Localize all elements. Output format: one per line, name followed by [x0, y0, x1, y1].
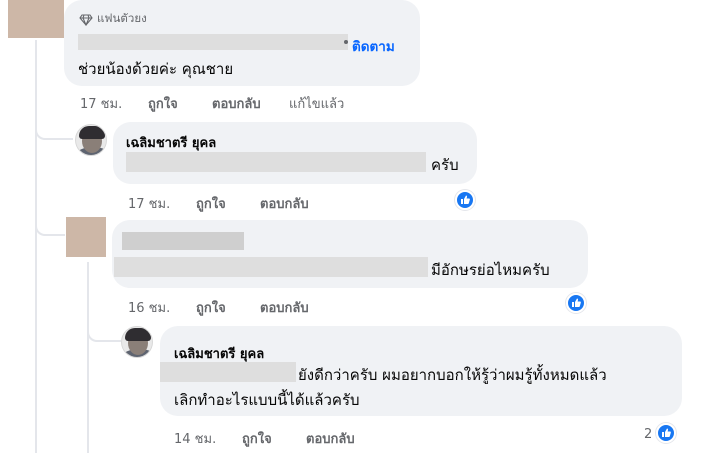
- dot-separator: [344, 40, 348, 44]
- comment-text: ช่วยน้องด้วยค่ะ คุณชาย: [78, 60, 234, 78]
- commenter-avatar[interactable]: [8, 0, 64, 38]
- thread-connector: [87, 320, 121, 342]
- censored-text: [160, 362, 296, 382]
- reply-time[interactable]: 17 ชม.: [128, 193, 170, 214]
- reply-button[interactable]: ตอบกลับ: [212, 93, 261, 114]
- reply-button[interactable]: ตอบกลับ: [260, 297, 309, 318]
- comment-text: มีอักษรย่อไหมครับ: [431, 261, 550, 279]
- censored-name: [122, 232, 244, 250]
- follow-button[interactable]: ติดตาม: [352, 35, 395, 57]
- reply-text: ครับ: [431, 156, 459, 174]
- reply-time[interactable]: 14 ชม.: [174, 428, 216, 449]
- reaction-count[interactable]: 2: [644, 427, 652, 442]
- reply-text-line1: ยังดีกว่าครับ ผมอยากบอกให้รู้ว่าผมรู้ทั้…: [298, 366, 607, 384]
- commenter-avatar[interactable]: [66, 217, 106, 257]
- thread-line: [35, 40, 37, 453]
- top-fan-badge: แฟนตัวยง: [97, 11, 147, 25]
- like-button[interactable]: ถูกใจ: [196, 297, 226, 318]
- censored-text: [114, 257, 428, 277]
- replier-name[interactable]: เฉลิมชาตรี ยุคล: [126, 132, 216, 153]
- diamond-icon: [79, 11, 93, 27]
- like-button[interactable]: ถูกใจ: [242, 428, 272, 449]
- edited-label: แก้ไขแล้ว: [289, 97, 345, 112]
- replier-avatar[interactable]: [121, 326, 153, 358]
- thumbs-up-icon[interactable]: [455, 190, 475, 210]
- reply-button[interactable]: ตอบกลับ: [306, 428, 355, 449]
- thread-connector: [35, 118, 73, 140]
- thread-line: [87, 262, 89, 453]
- like-button[interactable]: ถูกใจ: [148, 93, 178, 114]
- thumbs-up-icon[interactable]: [566, 293, 586, 313]
- censored-text: [126, 152, 426, 172]
- comment-time[interactable]: 16 ชม.: [128, 297, 170, 318]
- reply-text-line2: เลิกทำอะไรแบบนี้ได้แล้วครับ: [174, 391, 360, 409]
- replier-avatar[interactable]: [75, 124, 107, 156]
- comment-time[interactable]: 17 ชม.: [80, 93, 122, 114]
- replier-name[interactable]: เฉลิมชาตรี ยุคล: [174, 343, 264, 364]
- thumbs-up-icon[interactable]: [656, 423, 676, 443]
- reply-button[interactable]: ตอบกลับ: [260, 193, 309, 214]
- like-button[interactable]: ถูกใจ: [196, 193, 226, 214]
- thread-connector: [35, 212, 65, 236]
- censored-name: [78, 34, 348, 50]
